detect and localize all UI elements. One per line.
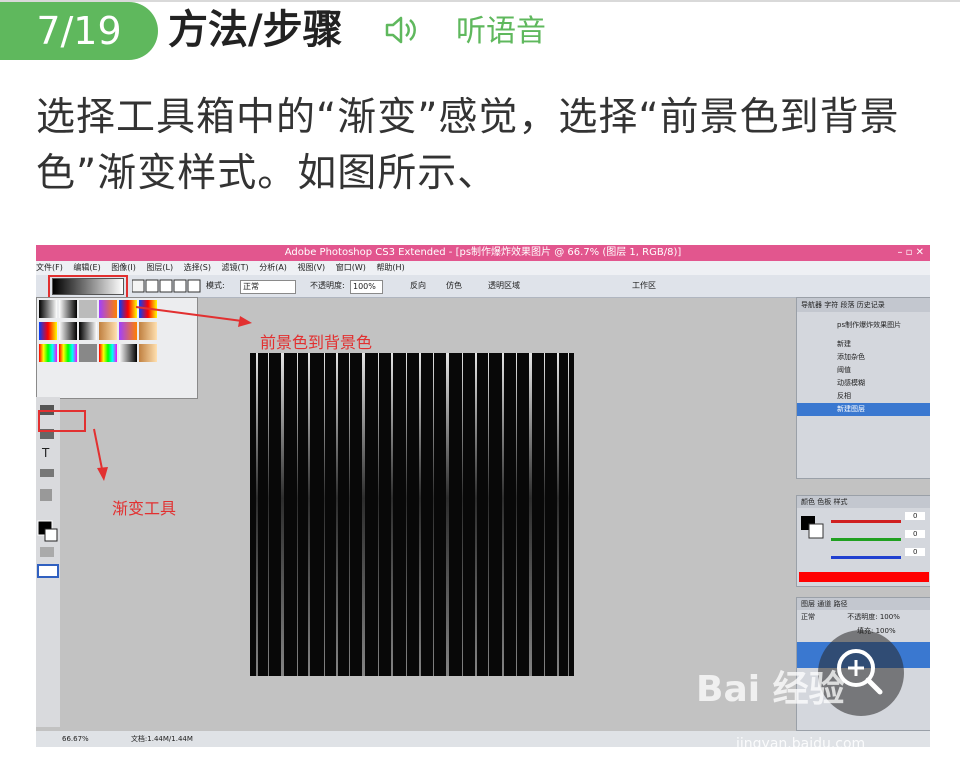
step-description: 选择工具箱中的“渐变”感觉，选择“前景色到背景色”渐变样式。如图所示、	[36, 95, 900, 196]
step-badge: 7/19	[0, 2, 158, 60]
watermark-url: jingyan.baidu.com	[736, 736, 866, 752]
gradient-tool-annotation-label: 渐变工具	[112, 499, 177, 518]
history-item: 阈值	[837, 366, 851, 374]
history-tab: 导航器	[801, 301, 822, 309]
history-item: 反相	[837, 392, 851, 400]
layers-tab: 图层	[801, 600, 815, 608]
speaker-icon[interactable]	[383, 12, 419, 48]
zoom-readout: 66.67%	[62, 735, 89, 743]
green-value: 0	[905, 530, 926, 538]
baidu-watermark-logo: Bai 经验	[696, 669, 845, 710]
history-tab: 字符	[824, 301, 839, 309]
document-canvas	[250, 353, 574, 676]
layers-tab: 路径	[833, 600, 848, 608]
color-tab: 样式	[833, 498, 848, 506]
history-panel: 导航器 字符 段落 历史记录 ps制作爆炸效果图片 新建 添加杂色 阈值 动感模…	[796, 297, 930, 479]
color-panel: 颜色 色板 样式 0 0 0	[796, 495, 930, 587]
blue-value: 0	[905, 548, 926, 556]
history-snapshot: ps制作爆炸效果图片	[837, 321, 902, 329]
history-tab: 历史记录	[856, 301, 885, 309]
history-item: 动感模糊	[837, 379, 865, 387]
listen-voice-link[interactable]: 听语音	[456, 10, 546, 54]
history-item: 新建	[837, 340, 851, 348]
history-item: 添加杂色	[837, 353, 865, 361]
history-tab: 段落	[840, 301, 855, 309]
top-divider	[0, 0, 960, 2]
color-tab: 颜色	[801, 498, 815, 506]
gradient-annotation-label: 前景色到背景色	[260, 333, 373, 352]
red-value: 0	[905, 512, 926, 520]
layer-opacity-value: 100%	[879, 613, 900, 621]
layers-tab: 通道	[817, 600, 832, 608]
step-title: 方法/步骤	[168, 7, 343, 53]
blend-mode: 正常	[801, 613, 815, 621]
doc-size-readout: 文档:1.44M/1.44M	[130, 735, 193, 743]
history-item-selected: 新建图层	[797, 403, 930, 416]
color-tab: 色板	[817, 498, 832, 506]
streak-image	[256, 353, 569, 676]
layer-opacity-label: 不透明度:	[847, 613, 878, 621]
